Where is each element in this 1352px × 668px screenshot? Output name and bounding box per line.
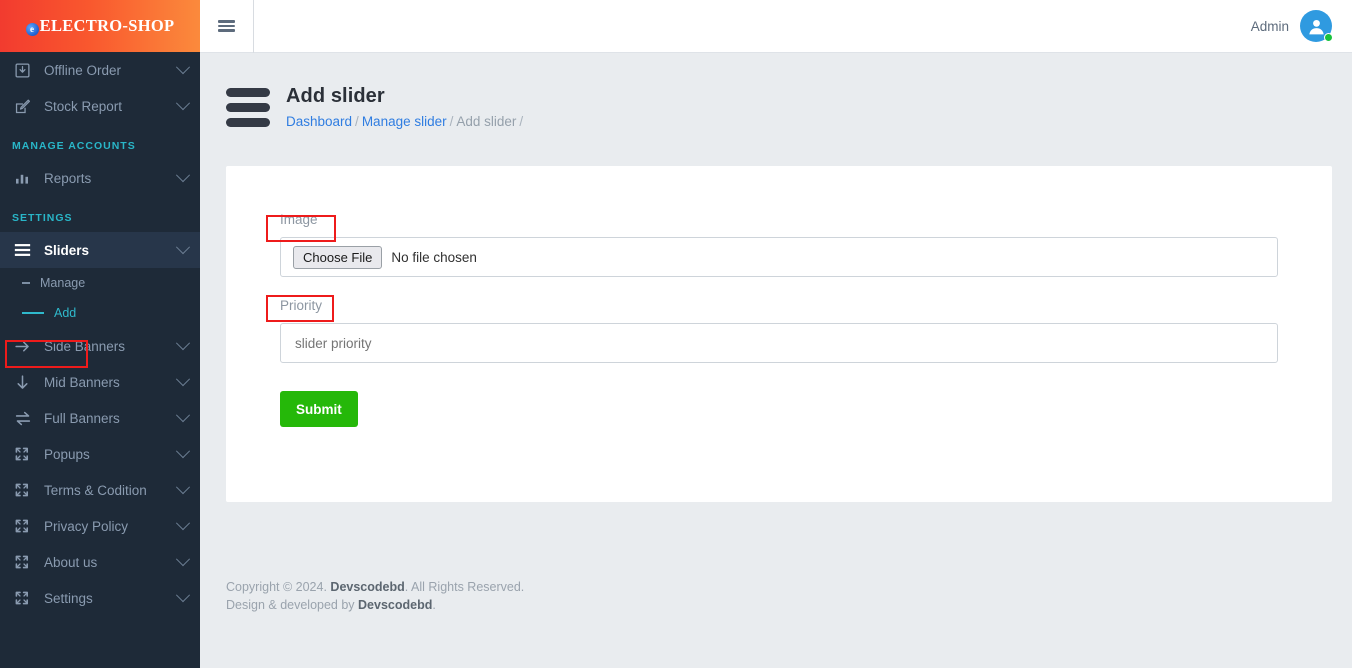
sidebar-item-label: Side Banners (44, 338, 126, 354)
sidebar-item-reports[interactable]: Reports (0, 160, 200, 196)
form-card: Image Choose File No file chosen Priorit… (226, 166, 1332, 502)
chevron-down-icon (175, 408, 191, 423)
sidebar-item-label: Popups (44, 446, 90, 462)
file-status-text: No file chosen (391, 249, 477, 265)
arrows-exchange-icon (14, 409, 34, 427)
menu-bars-icon (14, 241, 34, 259)
user-name-label: Admin (1250, 18, 1289, 34)
breadcrumb-separator: / (355, 114, 359, 129)
priority-label: Priority (280, 298, 323, 313)
expand-icon (14, 445, 34, 463)
sidebar-item-offline-order[interactable]: Offline Order (0, 52, 200, 88)
sidebar-section-manage-accounts: MANAGE ACCOUNTS (12, 140, 136, 152)
hamburger-icon-bar (218, 20, 235, 24)
footer: Copyright © 2024. Devscodebd. All Rights… (226, 578, 524, 614)
hamburger-icon-bar (218, 28, 235, 32)
chevron-down-icon (175, 480, 191, 495)
download-box-icon (14, 61, 34, 79)
page-header: Add slider Dashboard / Manage slider / Add s… (200, 53, 1352, 161)
footer-credit-line: Design & developed by Devscodebd. (226, 596, 524, 614)
sidebar-item-sliders[interactable]: Sliders (0, 232, 200, 268)
dash-icon (22, 282, 30, 284)
online-status-dot (1324, 33, 1333, 42)
page-title-icon (226, 82, 270, 133)
choose-file-button[interactable]: Choose File (293, 245, 383, 269)
sidebar-item-privacy-policy[interactable]: Privacy Policy (0, 508, 200, 544)
breadcrumb-current: Add slider (456, 114, 517, 129)
user-menu[interactable]: Admin (1251, 10, 1352, 42)
expand-icon (14, 589, 34, 607)
sidebar-item-terms-condition[interactable]: Terms & Codition (0, 472, 200, 508)
breadcrumb-link-dashboard[interactable]: Dashboard (286, 114, 352, 129)
sidebar-subitem-manage[interactable]: Manage (0, 268, 200, 298)
globe-icon: e (25, 23, 39, 36)
breadcrumb-link-manage-slider[interactable]: Manage slider (362, 114, 447, 129)
footer-brand: Devscodebd (330, 580, 405, 594)
chevron-down-icon (175, 336, 191, 351)
priority-input[interactable] (280, 323, 1278, 363)
bar-chart-icon (14, 169, 34, 187)
sidebar: e ELECTRO-SHOP Offline Order Stock Report… (0, 0, 200, 668)
sidebar-item-label: Reports (44, 170, 92, 186)
footer-copyright-line: Copyright © 2024. Devscodebd. All Rights… (226, 578, 524, 596)
hamburger-icon-bar (218, 24, 235, 28)
submit-button[interactable]: Submit (280, 391, 358, 427)
sidebar-item-label: Privacy Policy (44, 518, 129, 534)
chevron-down-icon (175, 240, 191, 255)
sidebar-item-label: Settings (44, 590, 93, 606)
sidebar-item-stock-report[interactable]: Stock Report (0, 88, 200, 124)
sidebar-item-label: Offline Order (44, 62, 122, 78)
chevron-down-icon (175, 60, 191, 75)
footer-brand: Devscodebd (358, 598, 433, 612)
chevron-down-icon (175, 96, 191, 111)
chevron-down-icon (175, 552, 191, 567)
topbar: Admin (200, 0, 1352, 53)
arrow-down-icon (14, 373, 34, 391)
add-slider-form: Image Choose File No file chosen Priorit… (226, 166, 1332, 427)
sidebar-item-label: Mid Banners (44, 374, 120, 390)
sidebar-subitem-label: Add (54, 306, 77, 320)
image-field-group: Image Choose File No file chosen (280, 211, 1278, 277)
expand-icon (14, 481, 34, 499)
sidebar-item-popups[interactable]: Popups (0, 436, 200, 472)
chevron-down-icon (175, 372, 191, 387)
footer-copyright-post: . All Rights Reserved. (404, 580, 525, 594)
footer-credit-post: . (432, 598, 436, 612)
sidebar-item-label: Sliders (44, 242, 90, 258)
brand-logo[interactable]: e ELECTRO-SHOP (0, 0, 200, 52)
sidebar-toggle-button[interactable] (200, 0, 254, 53)
dash-icon (22, 312, 44, 314)
sidebar-item-full-banners[interactable]: Full Banners (0, 400, 200, 436)
user-avatar-icon[interactable] (1300, 10, 1333, 42)
sidebar-item-side-banners[interactable]: Side Banners (0, 328, 200, 364)
brand-logo-text: e ELECTRO-SHOP (25, 16, 175, 36)
image-label: Image (280, 212, 318, 227)
expand-icon (14, 517, 34, 535)
chevron-down-icon (175, 168, 191, 183)
footer-copyright-pre: Copyright © 2024. (226, 580, 331, 594)
breadcrumb-separator: / (449, 114, 454, 129)
breadcrumb-separator: / (519, 114, 524, 129)
sidebar-item-label: About us (44, 554, 98, 570)
image-file-input[interactable]: Choose File No file chosen (280, 237, 1278, 277)
expand-icon (14, 553, 34, 571)
arrow-right-icon (14, 337, 34, 355)
page-title: Add slider (286, 85, 385, 107)
chevron-down-icon (175, 588, 191, 603)
sidebar-subitem-add[interactable]: Add (0, 298, 200, 328)
sidebar-item-label: Stock Report (44, 98, 123, 114)
chevron-down-icon (175, 444, 191, 459)
sidebar-item-about-us[interactable]: About us (0, 544, 200, 580)
breadcrumb: Dashboard / Manage slider / Add slider / (286, 114, 526, 129)
priority-field-group: Priority (280, 297, 1278, 363)
footer-credit-pre: Design & developed by (226, 598, 359, 612)
pencil-square-icon (14, 97, 34, 115)
sidebar-subitem-label: Manage (40, 276, 86, 290)
sidebar-section-settings: SETTINGS (12, 212, 73, 224)
sidebar-item-label: Terms & Codition (44, 482, 147, 498)
sidebar-item-label: Full Banners (44, 410, 120, 426)
sidebar-item-settings[interactable]: Settings (0, 580, 200, 616)
sidebar-item-mid-banners[interactable]: Mid Banners (0, 364, 200, 400)
chevron-down-icon (175, 516, 191, 531)
